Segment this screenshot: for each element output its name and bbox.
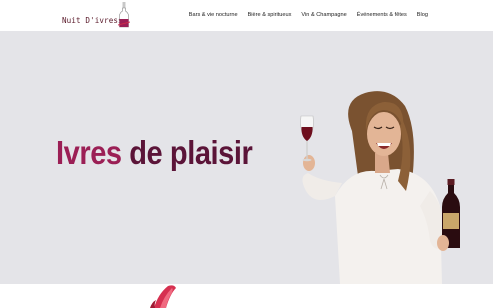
wine-splash-image: [150, 285, 176, 308]
hero-title-word1: Ivres: [56, 134, 122, 171]
hero-section: Ivres de plaisir: [0, 31, 493, 284]
nav-item-bars[interactable]: Bars & vie nocturne: [189, 12, 238, 18]
wine-bottle-icon: [118, 2, 130, 28]
site-header: Nuit D'ivresse Bars & vie nocturne Bière…: [0, 0, 493, 31]
next-section: [0, 284, 493, 308]
nav-item-evenements[interactable]: Événements & fêtes: [357, 12, 407, 18]
hero-title-word2: de plaisir: [129, 134, 253, 171]
hero-title: Ivres de plaisir: [56, 134, 253, 172]
nav-item-blog[interactable]: Blog: [417, 12, 428, 18]
hero-woman-wine-image: [300, 91, 460, 284]
nav-item-biere[interactable]: Bière & spiritueux: [248, 12, 292, 18]
main-nav: Bars & vie nocturne Bière & spiritueux V…: [189, 12, 428, 18]
site-logo[interactable]: Nuit D'ivresse: [60, 2, 132, 30]
nav-item-vin[interactable]: Vin & Champagne: [301, 12, 346, 18]
